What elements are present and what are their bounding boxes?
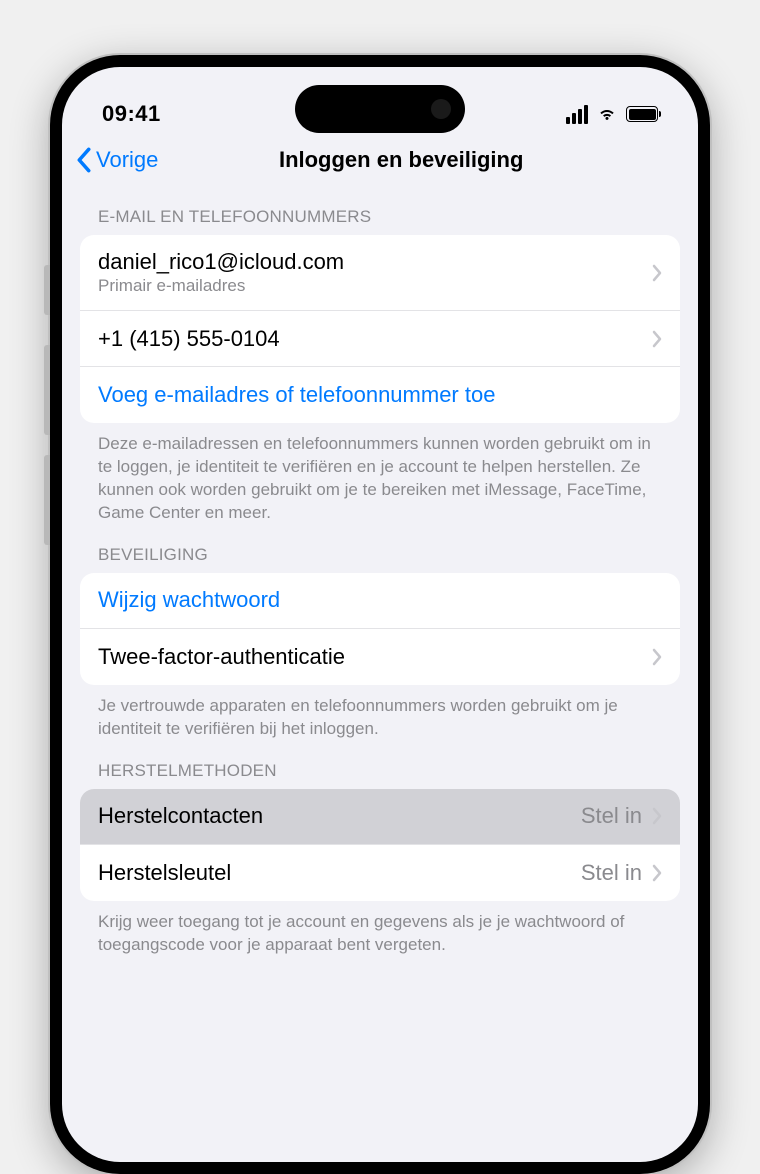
phone-number: +1 (415) 555-0104 [98,326,652,352]
chevron-right-icon [652,864,662,882]
phone-frame: 09:41 Vorige Inloggen en beveiliging E-M… [50,55,710,1174]
group-recovery: Herstelcontacten Stel in Herstelsleutel … [80,789,680,901]
group-email: daniel_rico1@icloud.com Primair e-mailad… [80,235,680,423]
group-security: Wijzig wachtwoord Twee-factor-authentica… [80,573,680,685]
primary-email: daniel_rico1@icloud.com [98,249,652,275]
row-add-contact[interactable]: Voeg e-mailadres of telefoonnummer toe [80,367,680,423]
recovery-contacts-value: Stel in [581,803,642,829]
primary-email-sub: Primair e-mailadres [98,276,652,296]
chevron-right-icon [652,807,662,825]
row-two-factor[interactable]: Twee-factor-authenticatie [80,629,680,685]
battery-icon [626,106,658,122]
row-change-password[interactable]: Wijzig wachtwoord [80,573,680,629]
dynamic-island [295,85,465,133]
two-factor: Twee-factor-authenticatie [98,644,345,670]
chevron-right-icon [652,264,662,282]
recovery-key: Herstelsleutel [98,860,231,886]
chevron-right-icon [652,648,662,666]
chevron-right-icon [652,330,662,348]
row-primary-email[interactable]: daniel_rico1@icloud.com Primair e-mailad… [80,235,680,311]
section-header-recovery: HERSTELMETHODEN [80,741,680,789]
recovery-contacts: Herstelcontacten [98,803,263,829]
row-recovery-contacts[interactable]: Herstelcontacten Stel in [80,789,680,845]
content: E-MAIL EN TELEFOONNUMMERS daniel_rico1@i… [62,187,698,957]
footer-security: Je vertrouwde apparaten en telefoonnumme… [80,685,680,741]
section-header-security: BEVEILIGING [80,525,680,573]
status-icons [566,103,658,125]
section-header-email: E-MAIL EN TELEFOONNUMMERS [80,187,680,235]
change-password: Wijzig wachtwoord [98,587,280,613]
footer-recovery: Krijg weer toegang tot je account en geg… [80,901,680,957]
page-title: Inloggen en beveiliging [118,147,684,173]
cellular-icon [566,105,588,124]
screen: 09:41 Vorige Inloggen en beveiliging E-M… [62,67,698,1162]
row-recovery-key[interactable]: Herstelsleutel Stel in [80,845,680,901]
nav-bar: Vorige Inloggen en beveiliging [62,137,698,187]
footer-email: Deze e-mailadressen en telefoonnummers k… [80,423,680,525]
row-phone[interactable]: +1 (415) 555-0104 [80,311,680,367]
recovery-key-value: Stel in [581,860,642,886]
add-email-phone: Voeg e-mailadres of telefoonnummer toe [98,382,495,408]
status-time: 09:41 [102,101,161,127]
wifi-icon [596,103,618,125]
